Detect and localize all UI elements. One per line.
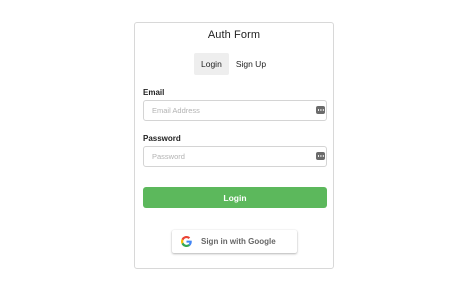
password-manager-key-icon[interactable] xyxy=(316,106,325,114)
password-input[interactable] xyxy=(144,147,312,166)
auth-tabs: Login Sign Up xyxy=(194,53,273,75)
password-input-wrapper xyxy=(143,146,327,167)
login-button[interactable]: Login xyxy=(143,187,327,208)
email-label: Email xyxy=(143,88,165,97)
tab-sign-up[interactable]: Sign Up xyxy=(229,53,273,75)
password-label: Password xyxy=(143,134,181,143)
tab-login[interactable]: Login xyxy=(194,53,229,75)
google-g-icon xyxy=(181,236,192,247)
form-title: Auth Form xyxy=(207,29,261,41)
google-sign-in-button[interactable]: Sign in with Google xyxy=(172,230,297,253)
email-input-wrapper xyxy=(143,100,327,121)
password-manager-key-icon[interactable] xyxy=(316,152,325,160)
google-sign-in-label: Sign in with Google xyxy=(201,237,276,246)
auth-form-card: Auth Form Login Sign Up Email Password L… xyxy=(134,22,334,269)
email-input[interactable] xyxy=(144,101,312,120)
